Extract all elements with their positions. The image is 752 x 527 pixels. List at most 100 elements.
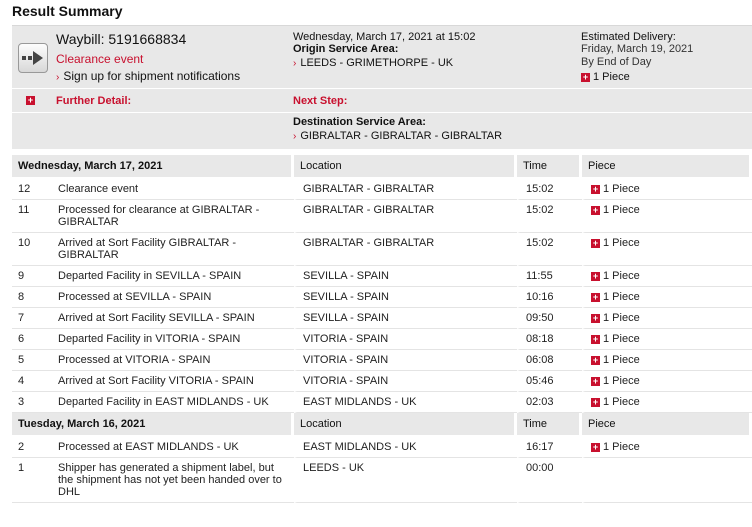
event-piece: +1 Piece: [582, 287, 752, 308]
event-time: 00:00: [517, 458, 582, 503]
table-row: 7 Arrived at Sort Facility SEVILLA - SPAI…: [12, 308, 752, 329]
tracking-events-table: Wednesday, March 17, 2021 Location Time Pie…: [12, 155, 752, 503]
plus-icon: +: [591, 291, 600, 302]
event-time: 09:50: [517, 308, 582, 329]
table-row: 11 Processed for clearance at GIBRALTAR -…: [12, 200, 752, 233]
event-piece: +1 Piece: [582, 350, 752, 371]
chevron-right-icon: ›: [293, 58, 297, 69]
plus-icon: +: [591, 375, 600, 386]
event-number: 11: [12, 200, 52, 233]
event-number: 6: [12, 329, 52, 350]
event-piece: +1 Piece: [582, 308, 752, 329]
divider: [12, 88, 752, 89]
table-row: 2 Processed at EAST MIDLANDS - UK EAST MID…: [12, 437, 752, 458]
piece-expand-button[interactable]: +1 Piece: [591, 237, 640, 249]
event-number: 10: [12, 233, 52, 266]
event-piece: +1 Piece: [582, 200, 752, 233]
event-description: Processed at EAST MIDLANDS - UK: [52, 437, 294, 458]
piece-expand-button[interactable]: +1 Piece: [591, 396, 640, 408]
event-piece: +1 Piece: [582, 437, 752, 458]
event-piece: +1 Piece: [582, 233, 752, 266]
column-time: Time: [517, 413, 582, 437]
piece-expand-button[interactable]: +1 Piece: [591, 270, 640, 282]
estimated-delivery-time: By End of Day: [581, 56, 652, 68]
plus-icon: +: [591, 396, 600, 407]
estimated-delivery-date: Friday, March 19, 2021: [581, 43, 694, 55]
event-location: GIBRALTAR - GIBRALTAR: [294, 200, 517, 233]
plus-icon: +: [591, 204, 600, 215]
plus-icon: +: [581, 71, 590, 82]
event-number: 12: [12, 179, 52, 200]
piece-expand-button[interactable]: +1 Piece: [591, 312, 640, 324]
event-location: SEVILLA - SPAIN: [294, 287, 517, 308]
event-piece: +1 Piece: [582, 329, 752, 350]
table-row: 5 Processed at VITORIA - SPAIN VITORIA - S…: [12, 350, 752, 371]
waybill-number: Waybill: 5191668834: [56, 31, 187, 47]
page-title: Result Summary: [12, 3, 123, 19]
event-time: 10:16: [517, 287, 582, 308]
plus-icon: +: [591, 333, 600, 344]
event-number: 9: [12, 266, 52, 287]
event-number: 5: [12, 350, 52, 371]
event-description: Clearance event: [52, 179, 294, 200]
piece-expand-button[interactable]: +1 Piece: [591, 291, 640, 303]
event-description: Arrived at Sort Facility VITORIA - SPAIN: [52, 371, 294, 392]
event-description: Arrived at Sort Facility SEVILLA - SPAIN: [52, 308, 294, 329]
shipment-status: Clearance event: [56, 52, 144, 66]
piece-expand-button[interactable]: +1 Piece: [591, 183, 640, 195]
event-piece: +1 Piece: [582, 371, 752, 392]
table-row: 10 Arrived at Sort Facility GIBRALTAR - G…: [12, 233, 752, 266]
event-location: EAST MIDLANDS - UK: [294, 392, 517, 413]
event-time: 15:02: [517, 233, 582, 266]
event-location: EAST MIDLANDS - UK: [294, 437, 517, 458]
piece-expand-button[interactable]: +1 Piece: [591, 333, 640, 345]
signup-notifications-link[interactable]: › Sign up for shipment notifications: [56, 69, 240, 83]
event-description: Arrived at Sort Facility GIBRALTAR - GIB…: [52, 233, 294, 266]
plus-icon: +: [591, 354, 600, 365]
next-step-label: Next Step:: [293, 95, 348, 107]
table-row: 4 Arrived at Sort Facility VITORIA - SPAI…: [12, 371, 752, 392]
event-time: 11:55: [517, 266, 582, 287]
group-date: Tuesday, March 16, 2021: [12, 413, 294, 437]
event-description: Departed Facility in VITORIA - SPAIN: [52, 329, 294, 350]
piece-expand-button[interactable]: +1 Piece: [581, 71, 630, 83]
origin-label: Origin Service Area:: [293, 43, 399, 55]
event-location: GIBRALTAR - GIBRALTAR: [294, 179, 517, 200]
divider: [12, 112, 752, 113]
shipment-arrow-icon: [18, 43, 48, 73]
table-row: 3 Departed Facility in EAST MIDLANDS - UK…: [12, 392, 752, 413]
table-row: 8 Processed at SEVILLA - SPAIN SEVILLA - S…: [12, 287, 752, 308]
event-description: Shipper has generated a shipment label, …: [52, 458, 294, 503]
event-location: LEEDS - UK: [294, 458, 517, 503]
column-location: Location: [294, 155, 517, 179]
event-time: 02:03: [517, 392, 582, 413]
event-location: SEVILLA - SPAIN: [294, 308, 517, 329]
event-piece: [582, 458, 752, 503]
column-piece: Piece: [582, 155, 752, 179]
event-number: 3: [12, 392, 52, 413]
column-piece: Piece: [582, 413, 752, 437]
event-location: VITORIA - SPAIN: [294, 350, 517, 371]
event-time: 05:46: [517, 371, 582, 392]
event-time: 06:08: [517, 350, 582, 371]
table-row: 1 Shipper has generated a shipment label,…: [12, 458, 752, 503]
event-number: 4: [12, 371, 52, 392]
event-time: 08:18: [517, 329, 582, 350]
piece-expand-button[interactable]: +1 Piece: [591, 354, 640, 366]
piece-expand-button[interactable]: +1 Piece: [591, 441, 640, 453]
event-piece: +1 Piece: [582, 179, 752, 200]
piece-expand-button[interactable]: +1 Piece: [591, 375, 640, 387]
event-number: 8: [12, 287, 52, 308]
event-location: VITORIA - SPAIN: [294, 329, 517, 350]
chevron-right-icon: ›: [293, 131, 297, 142]
further-detail-label[interactable]: Further Detail:: [56, 95, 131, 107]
event-location: SEVILLA - SPAIN: [294, 266, 517, 287]
table-row: 9 Departed Facility in SEVILLA - SPAIN SEV…: [12, 266, 752, 287]
column-location: Location: [294, 413, 517, 437]
further-detail-expand-icon[interactable]: +: [26, 96, 35, 105]
destination-value: › GIBRALTAR - GIBRALTAR - GIBRALTAR: [293, 130, 503, 142]
event-piece: +1 Piece: [582, 266, 752, 287]
table-row: 12 Clearance event GIBRALTAR - GIBRALTAR 15…: [12, 179, 752, 200]
piece-expand-button[interactable]: +1 Piece: [591, 204, 640, 216]
event-location: GIBRALTAR - GIBRALTAR: [294, 233, 517, 266]
